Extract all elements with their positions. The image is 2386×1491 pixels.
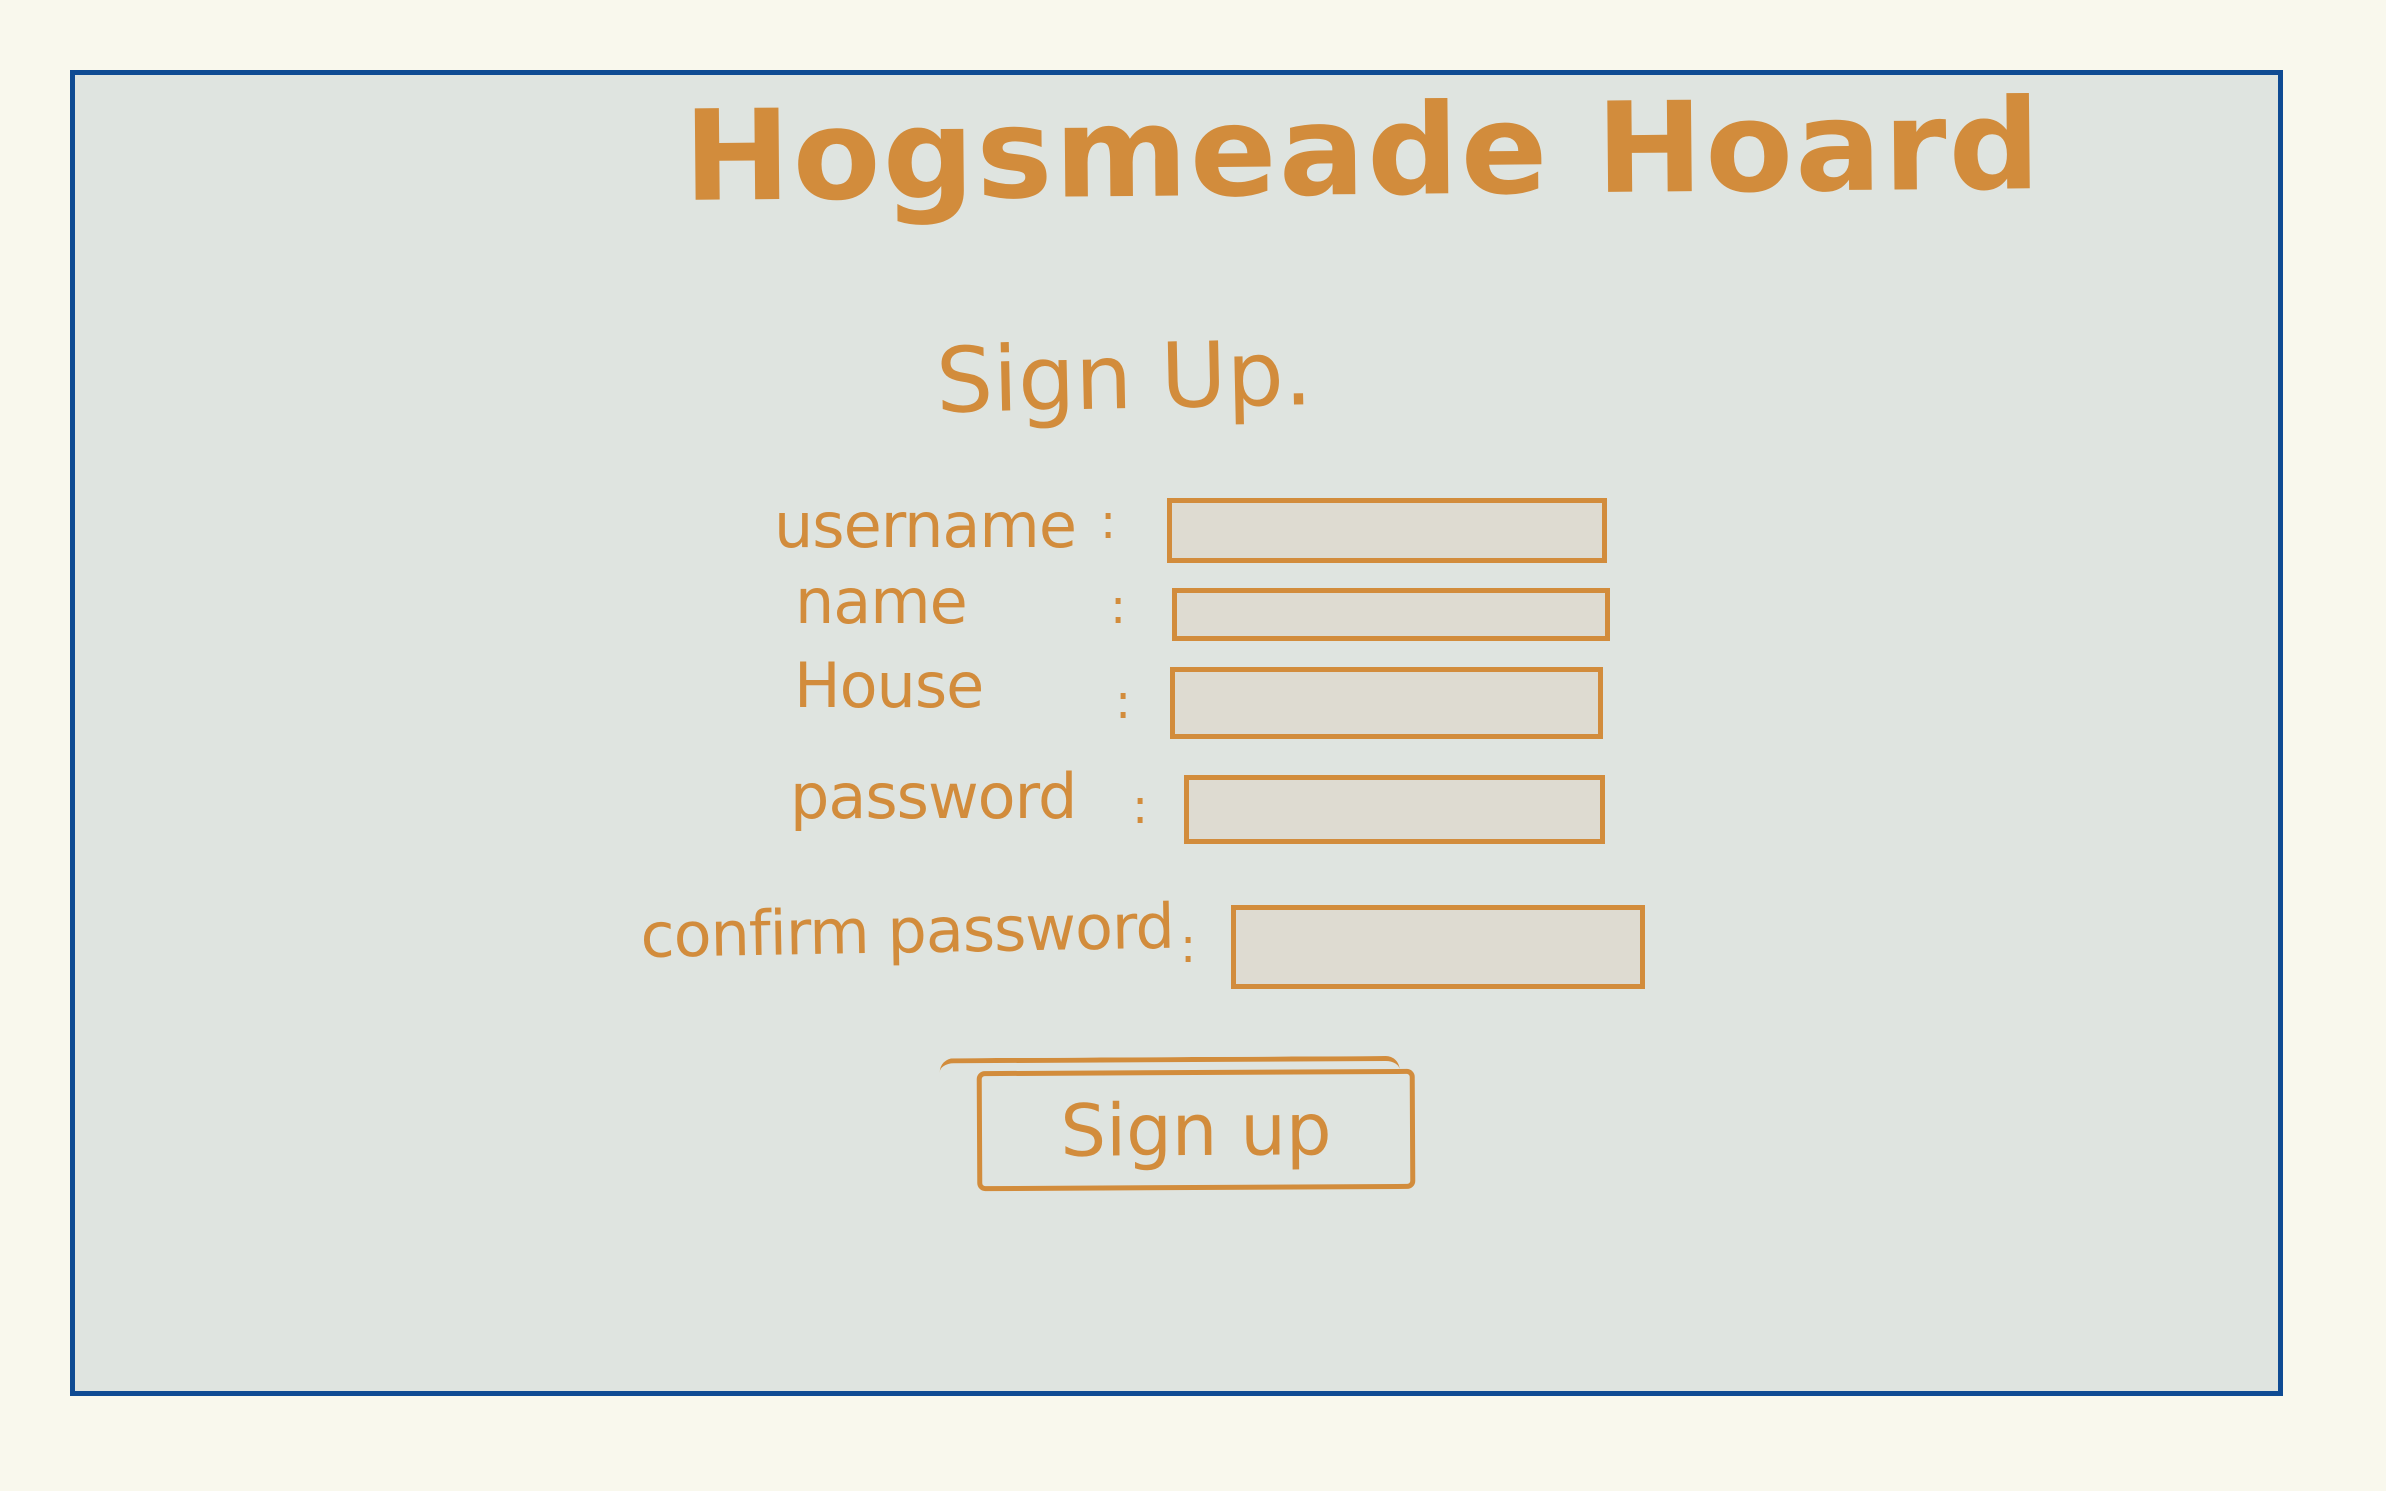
confirm-password-input[interactable]: [1231, 905, 1645, 989]
house-colon: :: [1115, 674, 1132, 730]
confirm-password-colon: :: [1180, 918, 1197, 974]
password-input[interactable]: [1184, 775, 1605, 844]
username-label: username: [774, 489, 1077, 562]
house-label: House: [794, 649, 984, 722]
confirm-password-label: confirm password: [639, 889, 1175, 972]
sign-up-button[interactable]: Sign up: [976, 1068, 1416, 1192]
password-colon: :: [1132, 779, 1149, 835]
username-colon: :: [1100, 494, 1117, 550]
app-title: Hogsmeade Hoard: [682, 72, 2043, 231]
password-label: password: [790, 760, 1077, 833]
house-input[interactable]: [1170, 667, 1603, 739]
name-input[interactable]: [1172, 588, 1610, 641]
username-input[interactable]: [1167, 498, 1607, 563]
name-label: name: [795, 565, 968, 638]
name-colon: :: [1110, 579, 1127, 635]
form-heading: Sign Up.: [934, 321, 1314, 434]
